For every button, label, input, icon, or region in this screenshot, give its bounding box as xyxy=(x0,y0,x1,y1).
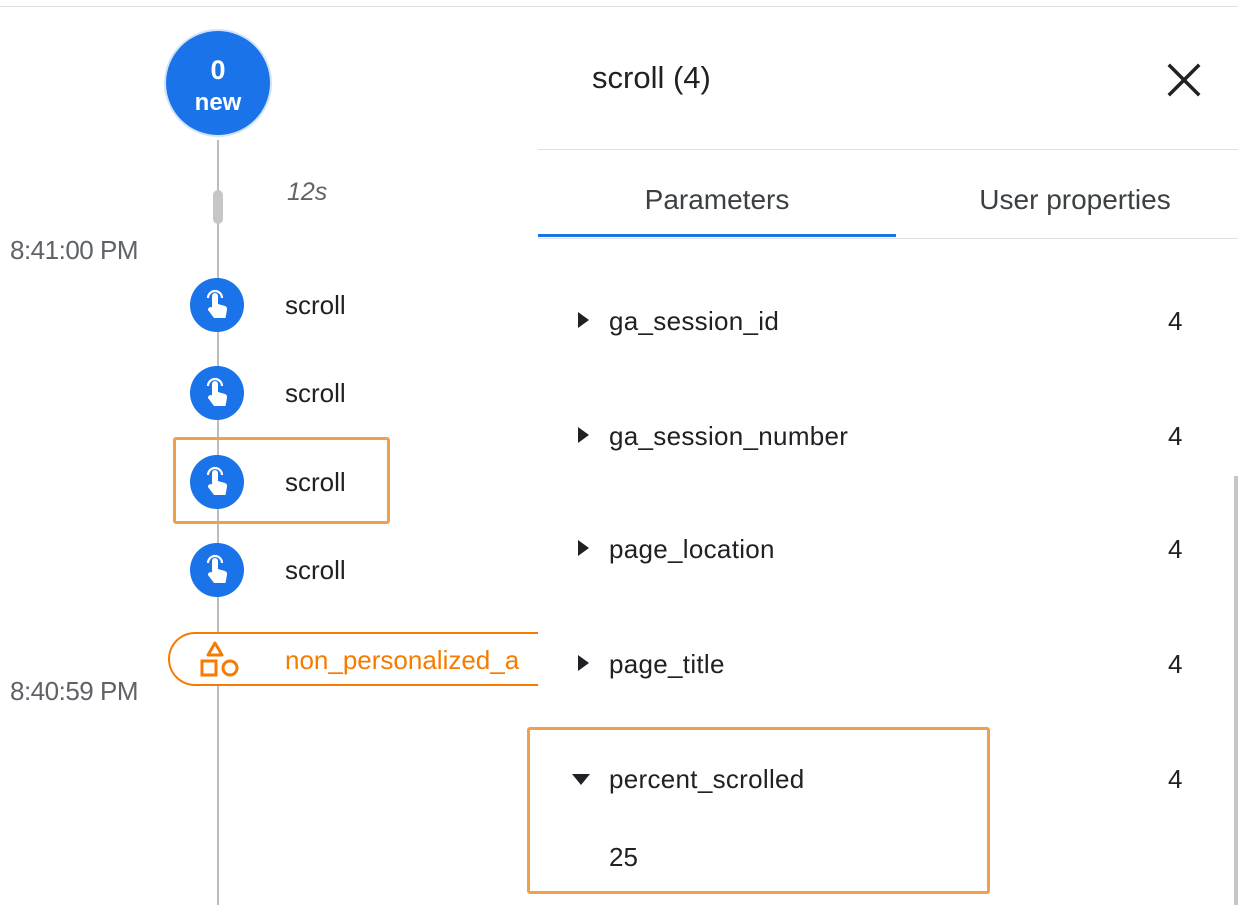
timestamp-label: 8:41:00 PM xyxy=(10,235,138,265)
touch-icon xyxy=(190,366,244,420)
shapes-icon xyxy=(200,640,244,685)
close-icon xyxy=(1167,63,1201,97)
parameter-row-page-title[interactable]: page_title 4 xyxy=(538,633,1228,693)
selected-event-highlight xyxy=(173,437,390,524)
timeline-event-scroll[interactable]: scroll xyxy=(190,543,440,599)
conversion-event-label: non_personalized_a xyxy=(285,645,520,675)
expand-arrow-icon xyxy=(578,427,589,443)
touch-icon xyxy=(190,543,244,597)
expand-arrow-icon xyxy=(578,655,589,671)
parameter-count: 4 xyxy=(1168,534,1183,564)
parameter-count: 4 xyxy=(1168,421,1183,451)
expand-arrow-icon xyxy=(578,540,589,556)
tabs-divider xyxy=(538,238,1238,239)
parameter-row-page-location[interactable]: page_location 4 xyxy=(538,518,1228,578)
parameter-count: 4 xyxy=(1168,649,1183,679)
parameter-name: ga_session_id xyxy=(609,306,780,336)
parameter-count: 4 xyxy=(1168,306,1183,336)
parameter-row-ga-session-id[interactable]: ga_session_id 4 xyxy=(538,290,1228,350)
close-button[interactable] xyxy=(1162,58,1206,102)
active-tab-indicator xyxy=(538,234,896,237)
parameter-name: page_title xyxy=(609,649,725,679)
panel-title: scroll (4) xyxy=(592,60,711,95)
parameter-row-ga-session-number[interactable]: ga_session_number 4 xyxy=(538,405,1228,465)
event-label: scroll xyxy=(285,378,346,408)
timeline-event-scroll[interactable]: scroll xyxy=(190,278,440,334)
expand-arrow-icon xyxy=(578,312,589,328)
parameter-name: page_location xyxy=(609,534,775,564)
panel-divider xyxy=(538,149,1238,150)
parameter-count: 4 xyxy=(1168,764,1183,794)
time-gap-marker xyxy=(213,190,223,224)
time-gap-label: 12s xyxy=(287,178,328,206)
tab-parameters[interactable]: Parameters xyxy=(538,184,896,216)
new-events-label: new xyxy=(194,89,242,116)
touch-icon xyxy=(190,278,244,332)
tab-user-properties[interactable]: User properties xyxy=(896,184,1238,216)
top-divider xyxy=(0,6,1238,7)
timeline-event-scroll[interactable]: scroll xyxy=(190,366,440,422)
panel-scrollbar[interactable] xyxy=(1234,476,1238,905)
new-events-badge[interactable]: 0 new xyxy=(166,31,270,135)
timeline-event-conversion[interactable]: non_personalized_a xyxy=(168,632,548,686)
new-events-count: 0 xyxy=(210,55,226,85)
expanded-parameter-highlight xyxy=(527,727,990,894)
event-label: scroll xyxy=(285,290,346,320)
event-label: scroll xyxy=(285,555,346,585)
parameter-name: ga_session_number xyxy=(609,421,849,451)
timestamp-label: 8:40:59 PM xyxy=(10,676,138,706)
